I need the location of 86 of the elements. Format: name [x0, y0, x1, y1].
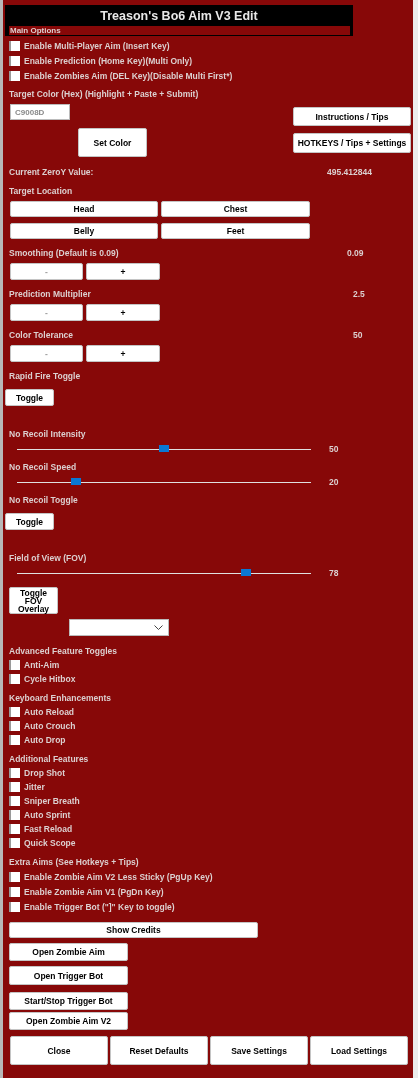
- section-header: Main Options: [9, 26, 350, 35]
- increase-button[interactable]: +: [86, 345, 160, 362]
- checkbox[interactable]: [9, 838, 20, 848]
- checkbox-label: Cycle Hitbox: [24, 674, 76, 684]
- show-credits-button[interactable]: Show Credits: [9, 922, 258, 938]
- tool-button[interactable]: Open Trigger Bot: [9, 966, 128, 985]
- window-title: Treason's Bo6 Aim V3 Edit: [100, 8, 258, 25]
- group-title: Extra Aims (See Hotkeys + Tips): [9, 857, 140, 868]
- tool-button[interactable]: Open Zombie Aim V2: [9, 1012, 128, 1030]
- checkbox[interactable]: [9, 901, 20, 912]
- toggle-button[interactable]: Toggle: [5, 389, 54, 406]
- checkbox-label: Drop Shot: [24, 768, 66, 778]
- tool-button[interactable]: Start/Stop Trigger Bot: [9, 992, 128, 1010]
- checkbox[interactable]: [9, 768, 20, 778]
- footer-button[interactable]: Save Settings: [210, 1036, 308, 1065]
- checkbox[interactable]: [9, 886, 20, 897]
- checkbox[interactable]: [9, 782, 20, 792]
- location-button[interactable]: Chest: [161, 201, 310, 217]
- slider-thumb[interactable]: [70, 477, 81, 485]
- slider-thumb[interactable]: [159, 444, 169, 452]
- setting-label: Prediction Multiplier: [9, 289, 92, 300]
- group-title: Additional Features: [9, 754, 90, 765]
- section-label: Target Color (Hex) (Highlight + Paste + Submit): [9, 89, 200, 100]
- footer-button[interactable]: Load Settings: [310, 1036, 408, 1065]
- checkbox-label: Jitter: [24, 782, 45, 792]
- fov-overlay-button[interactable]: Toggle FOV Overlay: [9, 587, 58, 614]
- slider-label: Field of View (FOV): [9, 553, 88, 564]
- checkbox-label: Enable Zombie Aim V1 (PgDn Key): [24, 886, 164, 897]
- checkbox-label: Quick Scope: [24, 838, 76, 848]
- zeroy-value: 495.412844: [327, 167, 372, 178]
- checkbox[interactable]: [9, 660, 20, 670]
- slider-reading: 20: [329, 477, 339, 487]
- checkbox[interactable]: [9, 824, 20, 834]
- setting-label: Smoothing (Default is 0.09): [9, 248, 120, 259]
- checkbox-label: Anti-Aim: [24, 660, 60, 670]
- checkbox[interactable]: [9, 810, 20, 820]
- checkbox[interactable]: [9, 55, 20, 66]
- checkbox[interactable]: [9, 796, 20, 806]
- hex-input-field[interactable]: C9008D: [10, 104, 70, 120]
- increase-button[interactable]: +: [86, 263, 160, 280]
- checkbox-label: Sniper Breath: [24, 796, 80, 806]
- location-button[interactable]: Head: [10, 201, 158, 217]
- setting-value: 2.5: [353, 289, 365, 300]
- footer-button[interactable]: Close: [10, 1036, 108, 1065]
- dropdown-field[interactable]: [69, 619, 169, 636]
- checkbox[interactable]: [9, 707, 20, 717]
- slider-thumb[interactable]: [241, 568, 252, 576]
- setting-label: Color Tolerance: [9, 330, 75, 341]
- setting-value: 50: [353, 330, 363, 341]
- checkbox[interactable]: [9, 721, 20, 731]
- section-label: Rapid Fire Toggle: [9, 371, 82, 382]
- setting-value: 0.09: [347, 248, 364, 259]
- instructions-button[interactable]: Instructions / Tips: [293, 107, 411, 126]
- location-button[interactable]: Belly: [10, 223, 158, 239]
- hotkeys-button[interactable]: HOTKEYS / Tips + Settings: [293, 133, 411, 153]
- checkbox-label: Enable Prediction (Home Key)(Multi Only): [24, 55, 193, 66]
- footer-button[interactable]: Reset Defaults: [110, 1036, 208, 1065]
- section-label: No Recoil Toggle: [9, 495, 79, 506]
- checkbox-label: Auto Crouch: [24, 721, 76, 731]
- location-button[interactable]: Feet: [161, 223, 310, 239]
- checkbox-label: Auto Sprint: [24, 810, 71, 820]
- slider-reading: 50: [329, 444, 339, 454]
- group-title: Advanced Feature Toggles: [9, 646, 118, 657]
- checkbox[interactable]: [9, 674, 20, 684]
- tool-button[interactable]: Open Zombie Aim: [9, 943, 128, 961]
- checkbox-label: Auto Drop: [24, 735, 66, 745]
- slider-label: No Recoil Intensity: [9, 429, 87, 440]
- increase-button[interactable]: +: [86, 304, 160, 321]
- toggle-button[interactable]: Toggle: [5, 513, 54, 530]
- checkbox[interactable]: [9, 735, 20, 745]
- section-label: Target Location: [9, 186, 74, 197]
- checkbox[interactable]: [9, 40, 20, 51]
- checkbox[interactable]: [9, 871, 20, 882]
- zeroy-label: Current ZeroY Value:: [9, 167, 95, 178]
- slider-reading: 78: [329, 568, 339, 578]
- checkbox-label: Enable Zombie Aim V2 Less Sticky (PgUp Key): [24, 871, 213, 882]
- checkbox-label: Auto Reload: [24, 707, 75, 717]
- group-title: Keyboard Enhancements: [9, 693, 113, 704]
- chevron-down-icon: [154, 625, 163, 630]
- checkbox[interactable]: [9, 70, 20, 81]
- checkbox-label: Enable Trigger Bot ("]" Key to toggle): [24, 901, 175, 912]
- checkbox-label: Enable Multi-Player Aim (Insert Key): [24, 40, 170, 51]
- checkbox-label: Fast Reload: [24, 824, 73, 834]
- slider-label: No Recoil Speed: [9, 462, 78, 473]
- set-color-button[interactable]: Set Color: [78, 128, 147, 157]
- checkbox-label: Enable Zombies Aim (DEL Key)(Disable Multi First*): [24, 70, 233, 81]
